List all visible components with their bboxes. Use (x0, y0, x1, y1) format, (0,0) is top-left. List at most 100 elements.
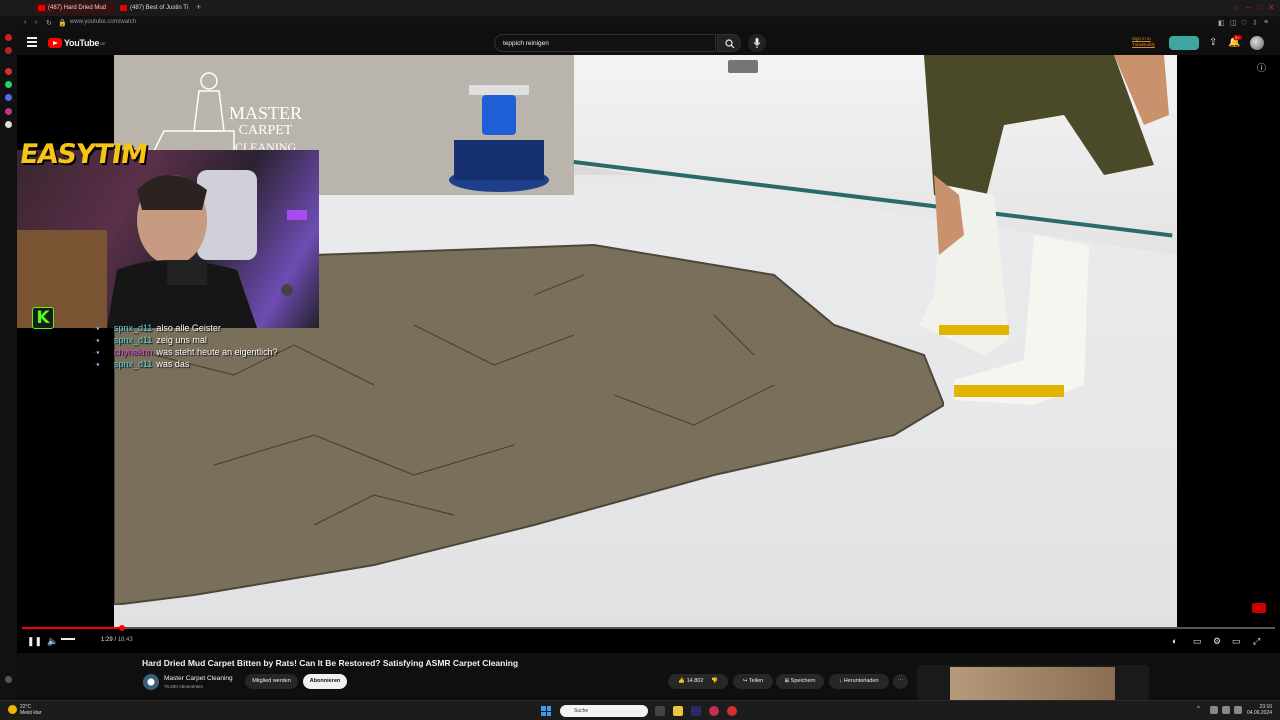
sidebar-app-icon[interactable] (5, 68, 12, 75)
worker-legs-image (919, 55, 1169, 405)
progress-scrubber[interactable] (119, 625, 126, 631)
volume-slider[interactable] (61, 638, 75, 640)
instagram-icon[interactable] (5, 108, 12, 115)
logo-country: DE (100, 40, 106, 46)
back-icon[interactable]: ‹ (24, 19, 26, 26)
chat-badge-icon: ·★ (94, 338, 101, 344)
chat-badge-icon: ·★ (94, 326, 101, 332)
more-actions-button[interactable]: ⋯ (893, 674, 908, 689)
time-total: 18:43 (117, 637, 133, 643)
progress-bar[interactable] (22, 625, 1275, 631)
sound-icon[interactable] (1222, 706, 1230, 714)
streamer-logo: EASYTIM (17, 139, 149, 170)
microphone-icon (753, 38, 761, 48)
pause-icon[interactable]: ❚❚ (27, 636, 42, 647)
tab-label: (487) Hard Dried Mud (48, 5, 107, 11)
search-tabs-icon[interactable]: ○ (1234, 3, 1239, 12)
recommended-video-thumbnail[interactable] (917, 665, 1149, 700)
download-browser-icon[interactable]: ⇩ (1252, 19, 1258, 27)
browser-sidebar (0, 31, 17, 700)
sidebar-app-icon[interactable] (5, 47, 12, 54)
task-view-icon[interactable] (655, 706, 665, 716)
user-avatar[interactable] (1250, 36, 1264, 50)
taskbar-app-icon[interactable] (691, 706, 701, 716)
file-explorer-icon[interactable] (673, 706, 683, 716)
reload-icon[interactable]: ↻ (46, 19, 52, 27)
menu-dots-icon[interactable]: ≡ (1264, 19, 1268, 26)
new-tab-icon[interactable]: + (196, 2, 201, 12)
maximize-icon[interactable]: □ (1257, 3, 1262, 12)
youtube-logo[interactable]: YouTube DE (48, 37, 106, 49)
subtitles-icon[interactable]: ▭ (1193, 636, 1202, 647)
chat-message: ·★ spnx_d11 was das (80, 359, 290, 370)
windows-start-icon[interactable] (541, 706, 551, 716)
settings-gear-icon[interactable]: ⚙ (1213, 636, 1221, 647)
create-upload-icon[interactable]: ⇪ (1209, 37, 1217, 48)
network-icon[interactable] (1210, 706, 1218, 714)
chat-username: spnx_d11 (114, 359, 153, 369)
progress-fill (22, 627, 123, 629)
bookmark-icon[interactable]: ♡ (1241, 19, 1247, 27)
opera-gx-taskbar-icon[interactable] (727, 706, 737, 716)
fullscreen-icon[interactable]: ⤢ (1253, 636, 1260, 647)
chat-message: ·★ spnx_d11 zeig uns mal (80, 335, 290, 346)
search-input[interactable] (503, 38, 693, 49)
discord-icon[interactable] (5, 94, 12, 101)
channel-avatar[interactable] (143, 674, 159, 690)
taskbar-search[interactable]: Suche (560, 705, 648, 717)
sidebar-settings-icon[interactable] (5, 676, 12, 683)
share-button[interactable]: ↪ Teilen (733, 674, 773, 689)
extensions-icon[interactable]: ◧ (1218, 19, 1225, 27)
theater-mode-icon[interactable]: ▭ (1232, 636, 1241, 647)
weather-widget[interactable]: 22°C Meist klar (8, 704, 41, 716)
video-player[interactable]: MASTER CARPET CLEANING EASYTIM K ·★ spnx… (17, 55, 1280, 653)
opera-taskbar-icon[interactable] (709, 706, 719, 716)
save-button[interactable]: ⊞ Speichern (776, 674, 824, 689)
voice-search-button[interactable] (748, 34, 766, 52)
tubebuddy-menu-button[interactable] (1169, 36, 1199, 50)
tray-chevron-icon[interactable]: ^ (1197, 706, 1203, 716)
subscribe-button[interactable]: Abonnieren (303, 674, 347, 689)
tubebuddy-signin-link[interactable]: Sign in to TubeBuddy (1132, 36, 1155, 48)
close-window-icon[interactable]: ✕ (1268, 3, 1275, 12)
join-button[interactable]: Mitglied werden (245, 674, 298, 689)
search-button[interactable] (717, 34, 741, 52)
streamer-image (17, 170, 307, 328)
forward-icon[interactable]: › (35, 19, 37, 26)
logo-line-1: MASTER (229, 103, 303, 123)
browser-tab-active[interactable]: (487) Hard Dried Mud (34, 2, 114, 14)
video-overlay-controls[interactable] (728, 60, 758, 73)
taskbar-clock[interactable]: 23:10 04.06.2024 (1247, 704, 1272, 716)
url-text[interactable]: www.youtube.com/watch (70, 19, 136, 25)
minimize-icon[interactable]: – (1246, 3, 1250, 12)
browser-tab[interactable]: (487) Best of Justin Ti (116, 2, 194, 14)
download-button[interactable]: ↓ Herunterladen (829, 674, 889, 689)
chat-text: zeig uns mal (156, 335, 207, 345)
video-title: Hard Dried Mud Carpet Bitten by Rats! Ca… (142, 658, 519, 668)
time-display: 1:29 / 18:43 (101, 637, 133, 643)
thumbnail-image (950, 667, 1115, 700)
extension-icon[interactable]: ◫ (1230, 19, 1237, 27)
channel-watermark-icon[interactable] (1252, 603, 1266, 613)
like-icon[interactable]: 👍 (678, 678, 685, 684)
volume-icon[interactable]: 🔈 (47, 636, 58, 647)
share-label: Teilen (748, 678, 764, 684)
logo-line-2: CARPET (238, 123, 293, 138)
hamburger-menu-icon[interactable] (27, 37, 37, 47)
opera-icon[interactable] (5, 34, 12, 41)
dislike-icon[interactable]: 👎 (711, 678, 718, 684)
chat-username: spnx_d11 (114, 323, 153, 333)
x-twitter-icon[interactable] (5, 121, 12, 128)
like-count[interactable]: 14.802 (687, 678, 704, 684)
chat-text: was steht heute an eigentlich? (156, 347, 278, 357)
chat-username: chyneknn (114, 347, 153, 357)
info-icon[interactable]: ⓘ (1257, 61, 1266, 74)
battery-icon[interactable] (1234, 706, 1242, 714)
whatsapp-icon[interactable] (5, 81, 12, 88)
autoplay-toggle-icon[interactable]: ◐ (1172, 636, 1177, 646)
search-box (494, 34, 716, 52)
download-icon: ↓ (839, 678, 843, 684)
notification-badge: 9+ (1233, 35, 1242, 40)
channel-name[interactable]: Master Carpet Cleaning (164, 675, 233, 682)
master-carpet-logo-text: MASTER CARPET CLEANING (229, 103, 303, 156)
